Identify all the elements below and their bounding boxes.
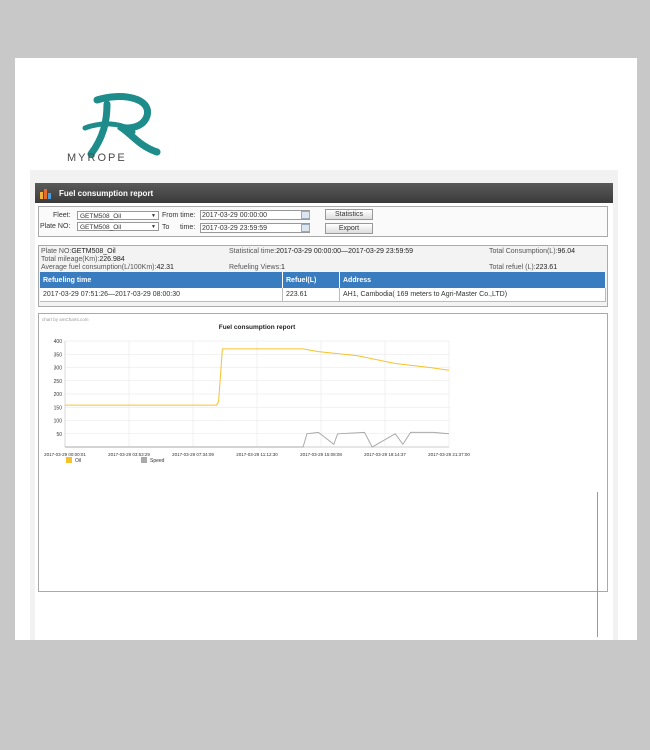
summary-mileage: Total mileage(Km):226.984 xyxy=(41,256,125,263)
summary-average-value: 42.31 xyxy=(156,264,174,271)
y-tick-label: 150 xyxy=(54,405,63,411)
y-tick-label: 400 xyxy=(54,339,63,345)
summary-total-refuel-value: 223.61 xyxy=(535,264,558,271)
summary-plate: Plate NO:GETM508_Oil xyxy=(41,248,116,255)
report-title: Fuel consumption report xyxy=(59,189,154,198)
fleet-label: Fleet: xyxy=(53,212,71,219)
summary-mileage-label: Total mileage(Km): xyxy=(41,256,100,263)
chart-title: Fuel consumption report xyxy=(219,324,296,331)
to-time-input[interactable]: 2017-03-29 23:59:59 xyxy=(200,223,310,233)
table-row[interactable]: 2017-03-29 07:51:26—2017-03-29 08:00:30 … xyxy=(40,288,606,302)
summary-total-refuel-label: Total refuel (L): xyxy=(489,264,536,271)
report-titlebar: Fuel consumption report xyxy=(35,183,613,203)
chevron-down-icon: ▼ xyxy=(151,224,156,230)
summary-refuel-views: Refueling Views:1 xyxy=(229,264,285,271)
table-cell: 2017-03-29 07:51:26—2017-03-29 08:00:30 xyxy=(40,288,283,302)
legend-swatch xyxy=(141,457,147,463)
plate-label: Plate NO: xyxy=(40,223,71,230)
statistics-button[interactable]: Statistics xyxy=(325,209,373,220)
legend-swatch xyxy=(66,457,72,463)
y-tick-label: 350 xyxy=(54,352,63,358)
calendar-icon[interactable] xyxy=(301,224,310,232)
x-tick-label: 2017-03-29 15:08:08 xyxy=(300,452,342,457)
y-tick-label: 100 xyxy=(54,419,63,425)
summary-average: Average fuel consumption(L/100Km):42.31 xyxy=(41,264,174,271)
legend-label: Oil xyxy=(75,458,81,464)
fleet-select-value: GETM508_Oil xyxy=(80,213,122,220)
chevron-down-icon: ▼ xyxy=(151,213,156,219)
summary-plate-label: Plate NO: xyxy=(41,248,72,255)
x-tick-label: 2017-03-29 03:53:29 xyxy=(108,452,150,457)
fleet-select[interactable]: GETM508_Oil ▼ xyxy=(77,211,159,220)
y-tick-label: 50 xyxy=(56,432,62,438)
brand-name: MYROPE xyxy=(67,152,127,164)
table-header: Address xyxy=(339,272,606,288)
x-tick-label: 2017-03-29 18:14:37 xyxy=(364,452,406,457)
table-header: Refueling time xyxy=(40,272,283,288)
x-tick-label: 2017-03-29 11:12:30 xyxy=(236,452,278,457)
plate-select-value: GETM508_Oil xyxy=(80,224,122,231)
summary-average-label: Average fuel consumption(L/100Km): xyxy=(41,264,157,271)
summary-refuel-views-label: Refueling Views: xyxy=(229,264,282,271)
time-label: time: xyxy=(180,224,196,231)
scroll-divider xyxy=(597,492,598,637)
summary-mileage-value: 226.984 xyxy=(99,256,125,263)
legend-label: Speed xyxy=(150,458,165,464)
chart-container: chart by amCharts.com Fuel consumption re… xyxy=(38,313,608,592)
table-cell: AH1, Cambodia( 169 meters to Agri-Master… xyxy=(339,288,606,302)
summary-total-consumption-label: Total Consumption(L): xyxy=(489,248,558,255)
fuel-chart: chart by amCharts.com Fuel consumption re… xyxy=(42,317,470,464)
plate-select[interactable]: GETM508_Oil ▼ xyxy=(77,222,159,231)
summary-total-refuel: Total refuel (L):223.61 xyxy=(489,264,557,271)
refuel-table: Refueling time Refuel(L) Address 2017-03… xyxy=(40,272,606,302)
y-tick-label: 300 xyxy=(54,366,63,372)
from-time-input[interactable]: 2017-03-29 00:00:00 xyxy=(200,210,310,220)
summary-panel: Plate NO:GETM508_Oil Total mileage(Km):2… xyxy=(38,245,608,307)
summary-stat-time-label: Statistical time: xyxy=(229,248,277,255)
table-header: Refuel(L) xyxy=(282,272,340,288)
summary-total-consumption-value: 96.04 xyxy=(557,248,576,255)
to-label: To xyxy=(162,224,170,231)
bar-chart-icon xyxy=(40,189,51,199)
from-time-label: From time: xyxy=(162,212,196,219)
summary-stat-time-value: 2017-03-29 00:00:00—2017-03-29 23:59:59 xyxy=(276,248,414,255)
chart-credit: chart by amCharts.com xyxy=(42,317,89,322)
report-panel: Fuel consumption report Fleet: GETM508_O… xyxy=(35,183,613,640)
filter-form: Fleet: GETM508_Oil ▼ Plate NO: GETM508_Oi… xyxy=(38,206,608,237)
x-tick-label: 2017-03-29 00:00:01 xyxy=(44,452,86,457)
summary-stat-time: Statistical time:2017-03-29 00:00:00—201… xyxy=(229,248,413,255)
calendar-icon[interactable] xyxy=(301,211,310,219)
y-tick-label: 250 xyxy=(54,379,63,385)
table-cell: 223.61 xyxy=(282,288,340,302)
y-tick-label: 200 xyxy=(54,392,63,398)
export-button[interactable]: Export xyxy=(325,223,373,234)
summary-total-consumption: Total Consumption(L):96.04 xyxy=(489,248,575,255)
x-tick-label: 2017-03-29 21:37:00 xyxy=(428,452,470,457)
summary-refuel-views-value: 1 xyxy=(281,264,285,271)
x-tick-label: 2017-03-29 07:34:09 xyxy=(172,452,214,457)
table-header-row: Refueling time Refuel(L) Address xyxy=(40,272,606,288)
summary-plate-value: GETM508_Oil xyxy=(71,248,116,255)
